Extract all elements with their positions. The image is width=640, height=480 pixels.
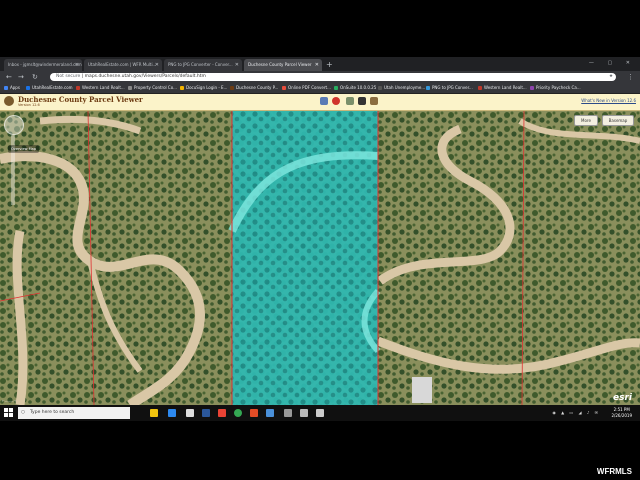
bookmark-item[interactable]: Online PDF Convert... [282,83,331,93]
bookmark-item[interactable]: Duchesne County P... [230,83,278,93]
store-icon[interactable] [186,409,194,417]
more-button[interactable]: More [574,115,598,126]
url-text: maps.duchesne.utah.gov/Viewers/Parcels/d… [84,74,206,79]
clock-date: 2/26/2019 [611,413,632,418]
basemap-button[interactable]: Basemap [602,115,634,126]
close-icon[interactable]: ✕ [155,59,159,71]
browser-tab-active[interactable]: Duchesne County Parcel Viewer ✕ [244,59,322,71]
file-explorer-icon[interactable] [150,409,158,417]
star-icon[interactable]: ★ [609,73,613,81]
browser-tab[interactable]: PNG to JPG Converter - Conver... ✕ [164,59,242,71]
pan-control[interactable] [4,115,24,135]
taskbar: ○ Type here to search ◉ ▲ ▭ ◢ ♪ ✉ 2:51 P… [0,405,640,421]
new-tab-button[interactable]: + [326,59,333,71]
bookmark-label: Apps [10,85,20,90]
window-controls[interactable]: — ▢ ✕ [589,57,636,69]
bookmark-label: Duchesne County P... [236,85,279,90]
word-icon[interactable] [202,409,210,417]
bookmark-item[interactable]: Utah Unemployme... [378,83,425,93]
bookmark-label: DocuSign Login - E... [186,85,228,90]
bookmark-item[interactable]: Western Land Realt... [478,83,527,93]
menu-icon[interactable]: ⋮ [627,72,634,82]
bookmark-icon [26,86,30,90]
close-icon[interactable]: ✕ [75,59,79,71]
bookmark-icon [334,86,338,90]
bookmark-item[interactable]: Western Land Realt... [76,83,125,93]
windows-start-icon[interactable] [4,408,13,417]
screen: Inbox - jgmslt@windermeraland.com ✕ UtahR… [0,57,640,421]
aerial-imagery [0,111,640,405]
apps-icon [4,86,8,90]
app-version: Version 12.6 [18,103,40,107]
settings-icon[interactable] [300,409,308,417]
bookmark-item[interactable]: PNG to JPG Conver... [426,83,473,93]
taskbar-search[interactable]: ○ Type here to search [18,407,130,419]
chrome-icon[interactable] [234,409,242,417]
bookmark-label: Property Control Co... [134,85,177,90]
browser-nav-bar: ← → ↻ Not secure | maps.duchesne.utah.go… [0,71,640,83]
bookmark-icon [426,86,430,90]
overview-map-toggle[interactable]: Overview Map [8,145,39,153]
bookmark-label: Online PDF Convert... [288,85,331,90]
browser-window-icon[interactable] [266,409,274,417]
bookmark-icon [478,86,482,90]
bookmark-icon [378,86,382,90]
search-placeholder: Type here to search [30,410,75,415]
esri-attribution: esri [613,393,632,403]
map-view[interactable]: Overview Map More Basemap ⊢———⊣ esri [0,111,640,405]
bookmark-label: Utah Unemployme... [384,85,426,90]
measure-icon[interactable] [320,97,328,105]
bookmark-label: Western Land Realt... [82,85,125,90]
calculator-icon[interactable] [284,409,292,417]
bookmark-icon [180,86,184,90]
layers-icon[interactable] [346,97,354,105]
bookmark-item[interactable]: Property Control Co... [128,83,177,93]
security-indicator[interactable]: Not secure [56,74,80,79]
bookmark-icon [128,86,132,90]
edge-icon[interactable] [168,409,176,417]
scale-bar: ⊢———⊣ [2,399,17,403]
draw-icon[interactable] [370,97,378,105]
bookmark-label: UtahRealEstate.com [32,85,73,90]
reload-icon[interactable]: ↻ [32,72,38,82]
app-header: Duchesne County Parcel Viewer Version 12… [0,94,640,111]
tab-label: UtahRealEstate.com | WFR Multi... [88,62,157,67]
browser-tab-strip: Inbox - jgmslt@windermeraland.com ✕ UtahR… [0,57,640,71]
tab-label: Duchesne County Parcel Viewer [248,62,312,67]
address-bar[interactable]: Not secure | maps.duchesne.utah.gov/View… [50,73,616,81]
bookmark-item[interactable]: Apps [4,83,20,93]
back-icon[interactable]: ← [6,72,12,82]
bookmark-icon [230,86,234,90]
bookmark-icon [530,86,534,90]
bookmark-item[interactable]: Priority Paycheck Ca... [530,83,581,93]
bookmark-item[interactable]: DocuSign Login - E... [180,83,227,93]
close-icon[interactable]: ✕ [315,59,319,71]
tab-label: PNG to JPG Converter - Conver... [168,62,233,67]
bookmark-label: PNG to JPG Conver... [432,85,473,90]
bookmark-icon [76,86,80,90]
search-icon: ○ [21,410,25,415]
identify-icon[interactable] [332,97,340,105]
whats-new-link[interactable]: What's New in Version 12.6 [581,98,636,103]
browser-tab[interactable]: UtahRealEstate.com | WFR Multi... ✕ [84,59,162,71]
browser-tab[interactable]: Inbox - jgmslt@windermeraland.com ✕ [4,59,82,71]
bookmark-label: OnSuite 10.0.0.25 [340,85,377,90]
people-icon[interactable] [316,409,324,417]
county-seal-icon [4,96,14,106]
bookmarks-bar: Apps UtahRealEstate.com Western Land Rea… [0,83,640,94]
app-icon[interactable] [250,409,258,417]
bookmark-label: Priority Paycheck Ca... [536,85,581,90]
forward-icon[interactable]: → [18,72,24,82]
bookmark-item[interactable]: UtahRealEstate.com [26,83,73,93]
clock[interactable]: 2:51 PM 2/26/2019 [611,407,632,419]
close-icon[interactable]: ✕ [235,59,239,71]
tab-label: Inbox - jgmslt@windermeraland.com [8,62,82,67]
mail-icon[interactable] [218,409,226,417]
bookmark-icon [282,86,286,90]
bookmark-item[interactable]: OnSuite 10.0.0.25 [334,83,376,93]
mls-watermark: WFRMLS [596,467,632,476]
system-tray-icons[interactable]: ◉ ▲ ▭ ◢ ♪ ✉ [552,410,600,415]
bookmark-label: Western Land Realt... [484,85,527,90]
print-icon[interactable] [358,97,366,105]
